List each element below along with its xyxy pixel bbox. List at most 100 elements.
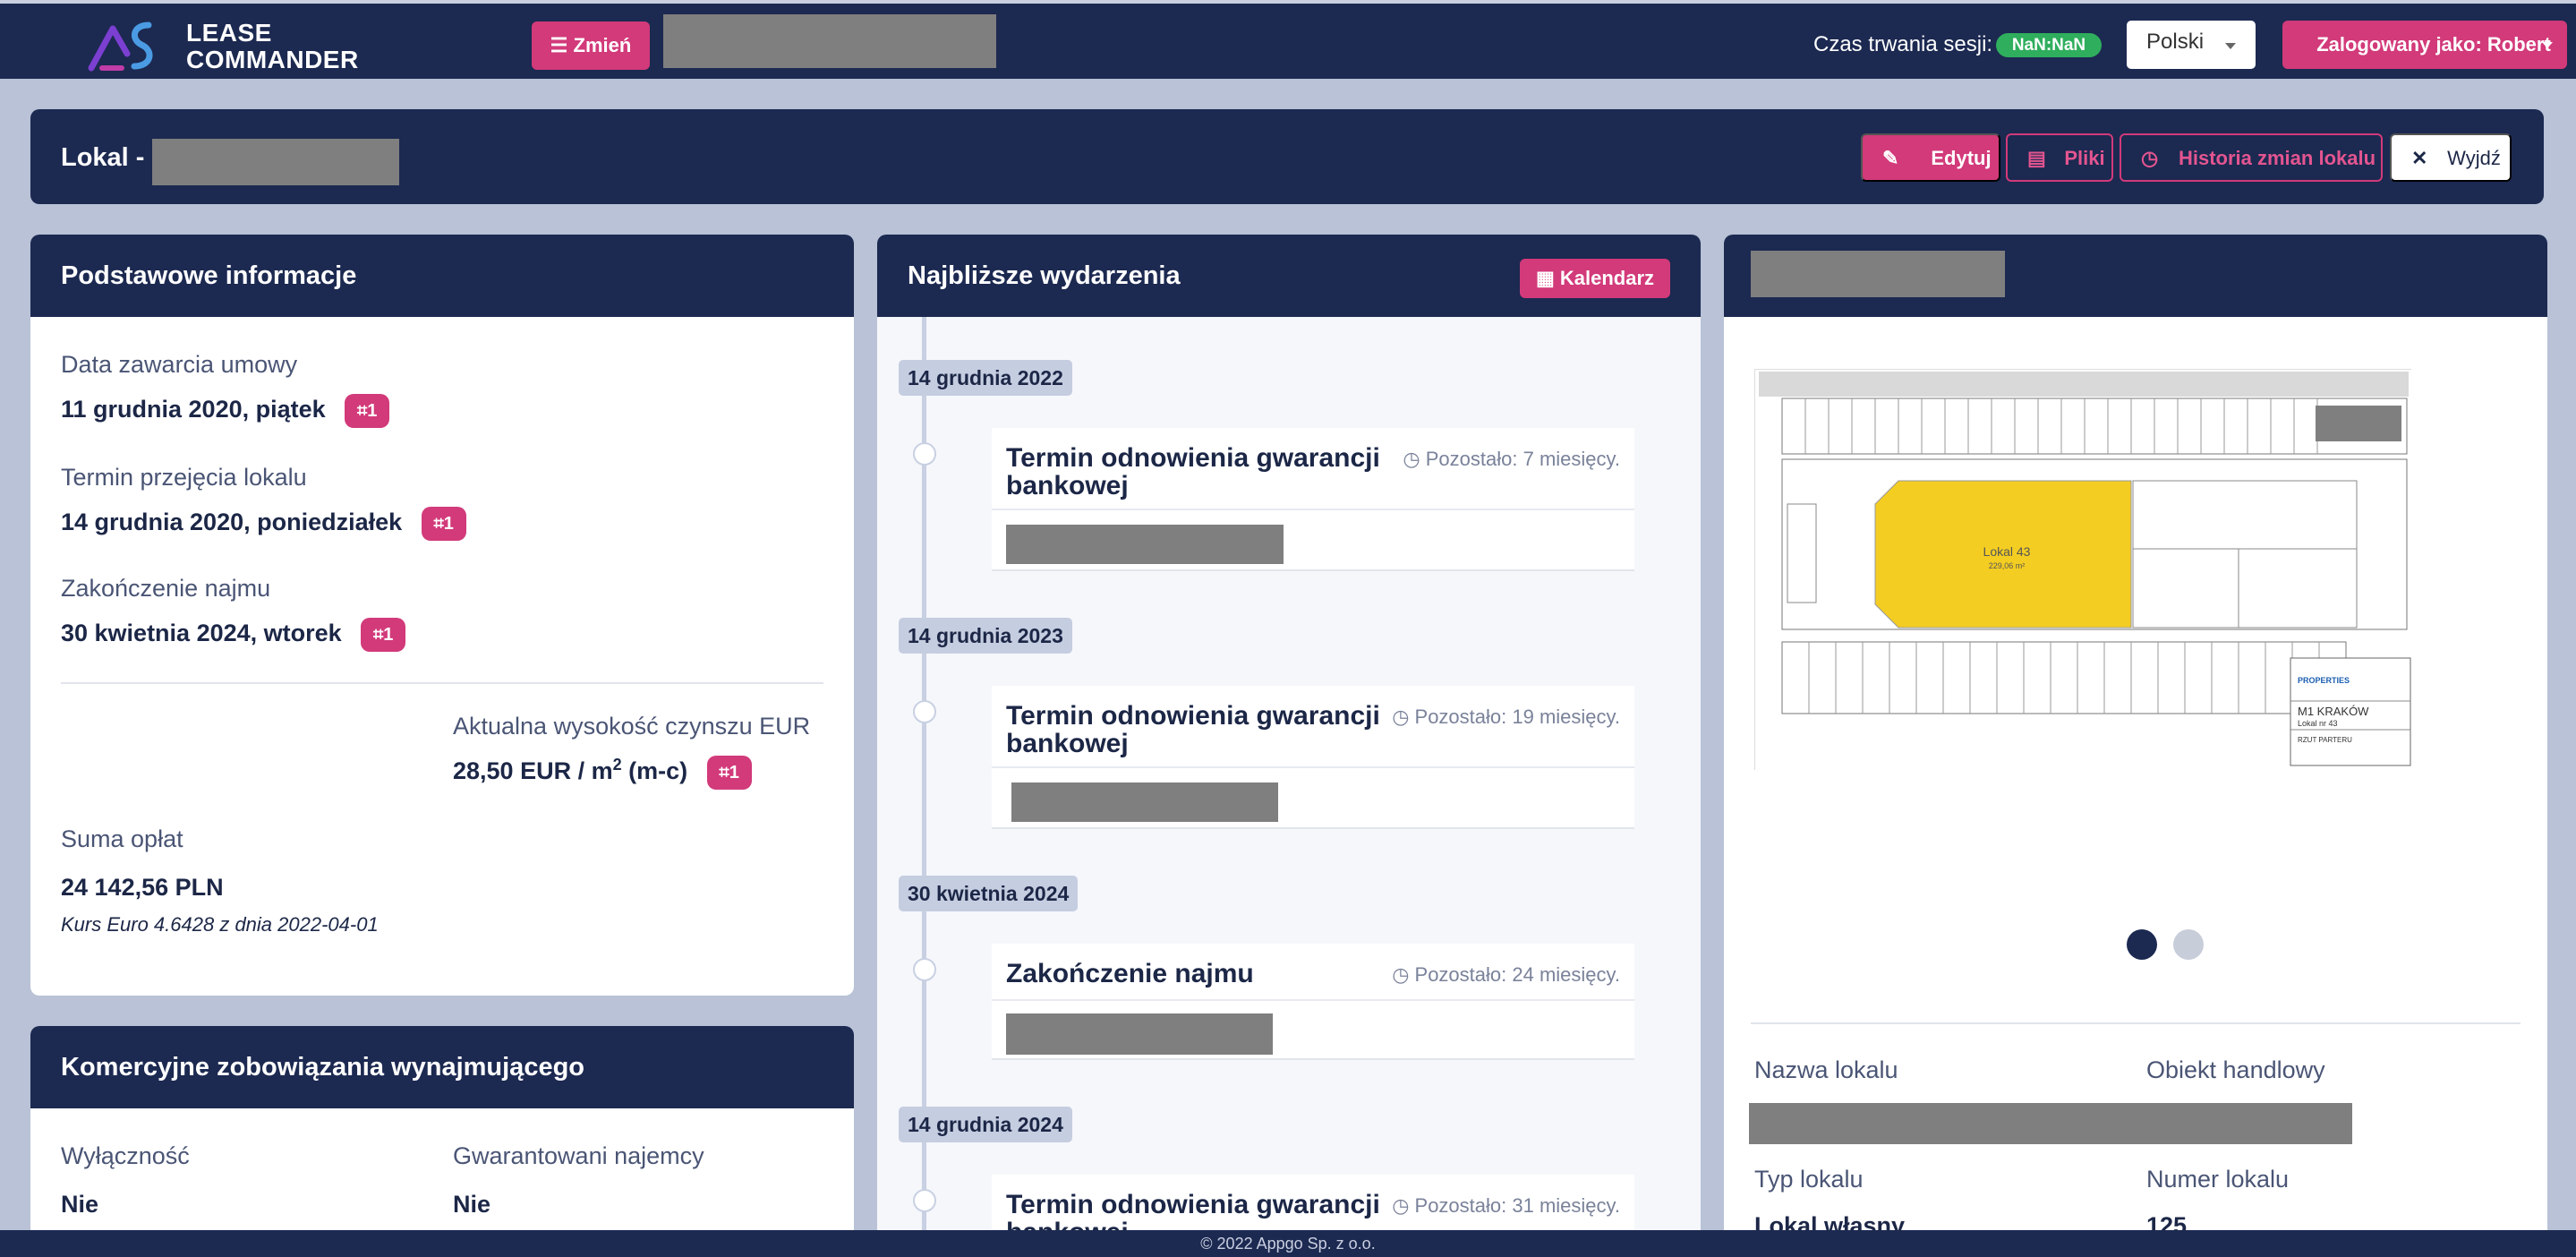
history-button-label: Historia zmian lokalu: [2178, 147, 2376, 169]
redacted-unit-name: [152, 139, 399, 185]
exclusivity-label: Wyłączność: [61, 1142, 190, 1169]
events-header: Najbliższe wydarzenia ▦ Kalendarz: [877, 235, 1701, 317]
commercial-obligations-title: Komercyjne zobowiązania wynajmującego: [61, 1053, 584, 1082]
plan-brand-text: PROPERTIES: [2298, 676, 2350, 685]
timeline-dot: [913, 442, 936, 466]
attachment-icon: ⌗: [719, 763, 729, 782]
contract-date-value: 11 grudnia 2020, piątek ⌗1: [61, 394, 390, 428]
carousel-dot-2[interactable]: [2173, 929, 2204, 960]
exchange-rate-note: Kurs Euro 4.6428 z dnia 2022-04-01: [61, 913, 379, 936]
carousel-dot-1[interactable]: [2127, 929, 2157, 960]
redacted-unit-title: [1751, 251, 2005, 297]
exit-button-label: Wyjdź: [2447, 147, 2501, 169]
contract-date-badge[interactable]: ⌗1: [345, 394, 390, 428]
event-remaining-text: Pozostało: 31 miesięcy.: [1414, 1194, 1620, 1217]
brand-line-2: COMMANDER: [186, 46, 359, 73]
timeline-event[interactable]: Termin odnowienia gwarancji bankowej ◷ P…: [992, 686, 1634, 829]
rent-value: 28,50 EUR / m2 (m-c) ⌗1: [453, 756, 752, 790]
change-button-label: Zmień: [573, 34, 632, 56]
unit-title: Lokal -: [61, 143, 145, 172]
change-button[interactable]: ☰ Zmień: [532, 21, 650, 70]
footer: © 2022 Appgo Sp. z o.o.: [0, 1230, 2576, 1257]
caret-down-icon: [2542, 42, 2553, 48]
timeline-dot: [913, 700, 936, 723]
contract-date-label: Data zawarcia umowy: [61, 351, 298, 378]
event-separator: [992, 509, 1634, 510]
calendar-button-label: Kalendarz: [1559, 267, 1655, 289]
redacted-unit-name-value: [1749, 1103, 2352, 1144]
lease-end-text: 30 kwietnia 2024, wtorek: [61, 620, 342, 647]
files-button[interactable]: ▤ Pliki: [2006, 133, 2113, 182]
handover-badge[interactable]: ⌗1: [421, 507, 466, 541]
rent-badge[interactable]: ⌗1: [706, 756, 752, 790]
timeline-date-chip: 30 kwietnia 2024: [899, 876, 1079, 911]
events-timeline[interactable]: 14 grudnia 2022 Termin odnowienia gwaran…: [877, 317, 1701, 1257]
section-divider: [61, 682, 823, 684]
clock-icon: ◷: [2141, 147, 2159, 169]
floor-plan-drawing: Lokal 43 229,06 m² PROPERTIES M1 KRAKÓW …: [1755, 370, 2412, 771]
rent-amount: 28,50 EUR / m: [453, 757, 613, 785]
session-label: Czas trwania sesji:: [1813, 32, 1993, 56]
lease-end-badge[interactable]: ⌗1: [361, 618, 406, 652]
lease-end-value: 30 kwietnia 2024, wtorek ⌗1: [61, 618, 406, 652]
floor-plan-image[interactable]: Lokal 43 229,06 m² PROPERTIES M1 KRAKÓW …: [1754, 369, 2412, 771]
user-menu-button[interactable]: Zalogowany jako: Robert: [2282, 21, 2567, 69]
unit-number-label: Numer lokalu: [2146, 1166, 2290, 1193]
handover-text: 14 grudnia 2020, poniedziałek: [61, 509, 403, 536]
badge-count: 1: [729, 763, 739, 782]
exit-button[interactable]: ✕ Wyjdź: [2390, 133, 2512, 182]
clock-icon: ◷: [1392, 1194, 1410, 1217]
handover-value: 14 grudnia 2020, poniedziałek ⌗1: [61, 507, 466, 541]
lease-commander-logo-icon[interactable]: [86, 16, 166, 73]
event-title: Termin odnowienia gwarancji bankowej: [1006, 701, 1380, 758]
edit-button-label: Edytuj: [1931, 147, 1992, 169]
calendar-icon: ▦: [1535, 267, 1555, 289]
contract-date-text: 11 grudnia 2020, piątek: [61, 396, 326, 423]
fees-label: Suma opłat: [61, 825, 183, 852]
attachment-icon: ⌗: [356, 401, 368, 421]
redacted-unit-selector[interactable]: [663, 14, 996, 68]
badge-count: 1: [367, 401, 378, 421]
plan-title-block: M1 KRAKÓW: [2298, 705, 2369, 718]
badge-count: 1: [383, 625, 394, 645]
plan-sub-label: Lokal nr 43: [2298, 719, 2338, 728]
attachment-icon: ⌗: [372, 625, 384, 645]
event-title: Zakończenie najmu: [1006, 959, 1254, 988]
timeline-event[interactable]: Termin odnowienia gwarancji bankowej ◷ P…: [992, 428, 1634, 571]
unit-details-header: [1724, 235, 2547, 317]
brand-name: LEASE COMMANDER: [186, 20, 359, 73]
commercial-obligations-card: Komercyjne zobowiązania wynajmującego Wy…: [30, 1026, 854, 1257]
session-timer-badge: NaN:NaN: [1996, 33, 2102, 57]
timeline-dot: [913, 1189, 936, 1212]
edit-button[interactable]: ✎ Edytuj: [1861, 133, 2000, 182]
timeline-event[interactable]: Zakończenie najmu ◷ Pozostało: 24 miesię…: [992, 944, 1634, 1060]
history-button[interactable]: ◷ Historia zmian lokalu: [2120, 133, 2383, 182]
files-button-label: Pliki: [2064, 147, 2105, 169]
rent-unit-sup: 2: [612, 756, 622, 774]
clock-icon: ◷: [1403, 448, 1420, 470]
clock-icon: ◷: [1392, 705, 1410, 728]
event-remaining-text: Pozostało: 19 miesięcy.: [1414, 705, 1620, 728]
unit-header-bar: Lokal - ✎ Edytuj ▤ Pliki ◷ Historia zmia…: [30, 109, 2544, 204]
guaranteed-tenants-value: Nie: [453, 1191, 491, 1218]
rent-period: (m-c): [621, 757, 688, 785]
calendar-button[interactable]: ▦ Kalendarz: [1520, 259, 1670, 298]
basic-info-header: Podstawowe informacje: [30, 235, 854, 317]
top-navbar: LEASE COMMANDER ☰ Zmień Czas trwania ses…: [0, 0, 2576, 79]
redacted-event-detail: [1006, 525, 1284, 564]
guaranteed-tenants-label: Gwarantowani najemcy: [453, 1142, 704, 1169]
commercial-obligations-header: Komercyjne zobowiązania wynajmującego: [30, 1026, 854, 1108]
language-select[interactable]: Polski: [2127, 21, 2256, 69]
events-title: Najbliższe wydarzenia: [908, 261, 1181, 290]
timeline-date-chip: 14 grudnia 2022: [899, 360, 1072, 396]
event-separator: [992, 999, 1634, 1001]
caret-down-icon: [2225, 43, 2236, 49]
timeline-dot: [913, 958, 936, 981]
unit-details-card: Lokal 43 229,06 m² PROPERTIES M1 KRAKÓW …: [1724, 235, 2547, 1257]
event-remaining: ◷ Pozostało: 24 miesięcy.: [1392, 963, 1620, 987]
event-remaining-text: Pozostało: 24 miesięcy.: [1414, 963, 1620, 986]
language-select-value: Polski: [2146, 30, 2205, 54]
exclusivity-value: Nie: [61, 1191, 99, 1218]
plan-unit-label: Lokal 43: [1983, 544, 2031, 559]
brand-line-1: LEASE: [186, 19, 272, 47]
